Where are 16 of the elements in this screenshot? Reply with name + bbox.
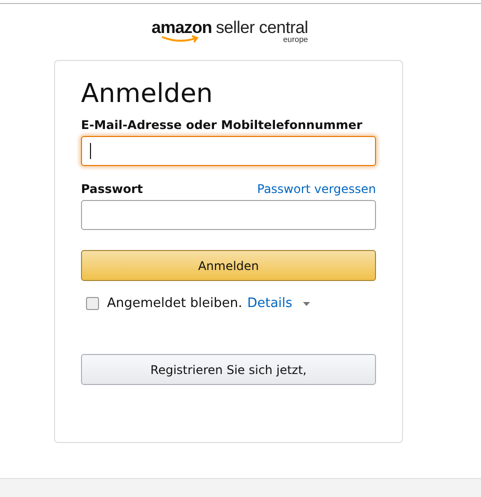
logo-product-text: seller central — [216, 18, 308, 38]
smile-arrow-icon — [160, 35, 200, 43]
signin-button[interactable]: Anmelden — [81, 250, 376, 281]
logo-brand-text: amazon — [152, 18, 212, 37]
forgot-password-link[interactable]: Passwort vergessen — [257, 182, 376, 196]
form-title: Anmelden — [81, 79, 214, 109]
remember-checkbox[interactable] — [86, 297, 99, 310]
remember-label: Angemeldet bleiben. — [107, 296, 242, 311]
email-input-field[interactable] — [81, 136, 376, 166]
register-button[interactable]: Registrieren Sie sich jetzt, — [81, 354, 376, 385]
email-label: E-Mail-Adresse oder Mobiltelefonnummer — [81, 118, 364, 132]
details-link[interactable]: Details — [247, 296, 292, 311]
logo-region-text: europe — [283, 35, 308, 44]
dropdown-caret-icon[interactable] — [303, 302, 310, 306]
password-label: Passwort — [81, 182, 143, 196]
password-input-field[interactable] — [81, 200, 376, 230]
